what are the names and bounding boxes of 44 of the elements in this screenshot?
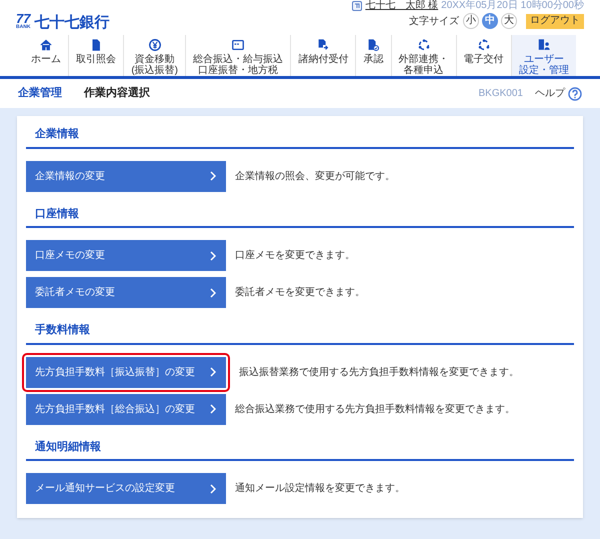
user-badge-icon [352,1,362,11]
document-check-icon [366,38,380,52]
yen-coin-icon [148,38,162,52]
chevron-right-icon [210,367,216,377]
section-heading: 手数料情報 [26,322,574,344]
nav-tab[interactable]: ユーザー 設定・管理 [510,35,576,76]
bank-name: 七十七銀行 [34,15,110,30]
menu-description: 企業情報の照会、変更が可能です。 [235,170,395,184]
logo-mark: 77 [16,12,30,25]
section-heading: 口座情報 [26,206,574,228]
menu-description: 委託者メモを変更できます。 [235,286,365,300]
menu-description: 口座メモを変更できます。 [235,248,355,263]
menu-button[interactable]: メール通知サービスの設定変更 [26,473,226,504]
document-arrow-icon [316,38,330,52]
menu-description: 振込振替業務で使用する先方負担手数料情報を変更できます。 [239,366,519,380]
card-icon [231,38,246,52]
section-heading: 企業情報 [26,126,574,148]
menu-button[interactable]: 企業情報の変更 [26,160,226,192]
menu-button[interactable]: 口座メモの変更 [26,240,226,271]
menu-button[interactable]: 先方負担手数料［振込振替］の変更 [26,356,226,388]
section-heading: 通知明細情報 [26,438,574,461]
font-size-label: 文字サイズ [409,14,459,28]
help-button[interactable]: ヘルプ [535,86,582,101]
chevron-right-icon [210,171,216,181]
menu-description: 総合振込業務で使用する先方負担手数料情報を変更できます。 [235,402,515,416]
chevron-right-icon [210,288,216,298]
chevron-right-icon [210,484,216,494]
chevron-right-icon [210,404,216,414]
help-icon [568,86,582,100]
user-settings-icon [536,38,551,52]
font-size-button[interactable]: 大 [501,13,517,29]
menu-description: 通知メール設定情報を変更できます。 [235,482,405,496]
screen-id: BKGK001 [478,87,523,101]
connection-ring-icon [416,38,431,52]
connection-ring-icon [476,38,491,52]
chevron-right-icon [210,250,216,260]
login-datetime: 20XX年05月20日 10時00分00秒 [441,1,584,11]
home-icon [39,38,54,52]
logout-button[interactable]: ログアウト [526,14,584,28]
page-title: 作業内容選択 [84,86,150,102]
menu-button[interactable]: 委託者メモの変更 [26,277,226,308]
breadcrumb-link[interactable]: 企業管理 [18,85,62,102]
menu-button[interactable]: 先方負担手数料［総合振込］の変更 [26,394,226,424]
font-size-button[interactable]: 小 [463,13,479,29]
